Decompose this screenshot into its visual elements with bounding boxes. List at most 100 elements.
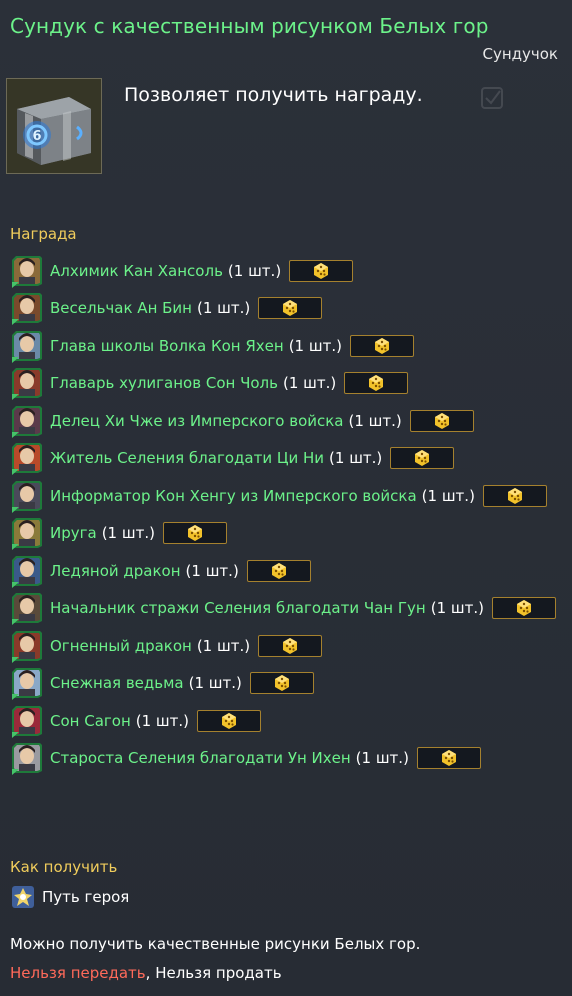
character-portrait-icon: [10, 554, 44, 588]
character-portrait-icon: [10, 479, 44, 513]
dice-icon: [314, 262, 329, 279]
character-portrait-icon: [10, 366, 44, 401]
reward-quantity: (1 шт.): [101, 524, 155, 543]
reward-quantity: (1 шт.): [282, 374, 337, 393]
reward-quantity: (1 шт.): [135, 711, 190, 730]
item-tooltip: Сундук с качественным рисунком Белых гор…: [0, 0, 572, 996]
reward-row[interactable]: Ледяной дракон (1 шт.): [10, 552, 570, 590]
random-reward-button[interactable]: [246, 559, 311, 582]
reward-name[interactable]: Алхимик Кан Хансоль: [50, 262, 223, 280]
reward-row[interactable]: Делец Хи Чже из Имперского войска (1 шт.): [10, 402, 570, 440]
hero-path-icon: [12, 886, 34, 908]
reward-quantity: (1 шт.): [329, 449, 383, 468]
character-portrait-icon: [10, 329, 44, 363]
item-title: Сундук с качественным рисунком Белых гор: [10, 14, 489, 38]
random-reward-button[interactable]: [249, 672, 314, 695]
dice-icon: [271, 562, 286, 579]
reward-quantity: (1 шт.): [288, 336, 342, 355]
reward-name[interactable]: Делец Хи Чже из Имперского войска: [50, 412, 344, 430]
reward-row[interactable]: Снежная ведьма (1 шт.): [10, 665, 570, 703]
reward-name[interactable]: Староста Селения благодати Ун Ихен: [50, 749, 351, 767]
random-reward-button[interactable]: [416, 747, 481, 770]
random-reward-button[interactable]: [258, 634, 323, 657]
character-portrait-icon: [10, 629, 44, 663]
no-transfer-label: Нельзя передать: [10, 964, 146, 982]
character-portrait-icon: [10, 516, 44, 551]
random-reward-button[interactable]: [349, 334, 414, 357]
character-portrait-icon: [10, 404, 44, 438]
reward-quantity: (1 шт.): [227, 261, 282, 280]
reward-row[interactable]: Главарь хулиганов Сон Чоль (1 шт.): [10, 365, 570, 403]
dice-icon: [283, 637, 298, 654]
reward-quantity: (1 шт.): [188, 674, 242, 693]
reward-list: Алхимик Кан Хансоль (1 шт.) Весельчак Ан Б…: [10, 252, 570, 777]
reward-quantity: (1 шт.): [348, 411, 402, 430]
reward-name[interactable]: Снежная ведьма: [50, 674, 184, 692]
dice-icon: [516, 600, 531, 617]
chest-icon: 6: [6, 78, 102, 174]
reward-section-title: Награда: [10, 225, 77, 243]
reward-name[interactable]: Огненный дракон: [50, 637, 192, 655]
dice-icon: [369, 375, 384, 392]
dice-icon: [374, 337, 389, 354]
dice-icon: [283, 300, 298, 317]
dice-icon: [507, 487, 522, 504]
reward-row[interactable]: Огненный дракон (1 шт.): [10, 627, 570, 665]
reward-quantity: (1 шт.): [421, 486, 475, 505]
reward-row[interactable]: Староста Селения благодати Ун Ихен (1 шт.…: [10, 740, 570, 778]
restriction-separator: ,: [145, 964, 156, 982]
dice-icon: [274, 675, 289, 692]
random-reward-button[interactable]: [390, 447, 455, 470]
item-type: Сундучок: [482, 45, 558, 63]
dice-icon: [415, 450, 430, 467]
reward-row[interactable]: Алхимик Кан Хансоль (1 шт.): [10, 252, 570, 290]
random-reward-button[interactable]: [162, 522, 227, 545]
item-note: Можно получить качественные рисунки Белы…: [10, 935, 421, 953]
reward-row[interactable]: Начальник стражи Селения благодати Чан Г…: [10, 590, 570, 628]
reward-quantity: (1 шт.): [185, 561, 239, 580]
character-portrait-icon: [10, 254, 44, 288]
reward-name[interactable]: Сон Сагон: [50, 712, 131, 730]
dice-icon: [222, 712, 237, 729]
dice-icon: [187, 525, 202, 542]
how-to-get-source-label: Путь героя: [42, 888, 130, 906]
random-reward-button[interactable]: [482, 484, 547, 507]
reward-name[interactable]: Информатор Кон Хенгу из Имперского войск…: [50, 487, 417, 505]
reward-row[interactable]: Информатор Кон Хенгу из Имперского войск…: [10, 477, 570, 515]
reward-quantity: (1 шт.): [355, 749, 409, 768]
character-portrait-icon: [10, 666, 44, 701]
reward-name[interactable]: Ируга: [50, 524, 97, 542]
dice-icon: [434, 412, 449, 429]
random-reward-button[interactable]: [344, 372, 409, 395]
character-portrait-icon: [10, 291, 44, 326]
character-portrait-icon: [10, 591, 44, 626]
random-reward-button[interactable]: [289, 259, 354, 282]
no-sell-label: Нельзя продать: [155, 964, 282, 982]
reward-row[interactable]: Глава школы Волка Кон Яхен (1 шт.): [10, 327, 570, 365]
svg-text:6: 6: [32, 129, 41, 144]
reward-quantity: (1 шт.): [197, 299, 251, 318]
character-portrait-icon: [10, 704, 44, 738]
reward-name[interactable]: Начальник стражи Селения благодати Чан Г…: [50, 599, 426, 617]
random-reward-button[interactable]: [491, 597, 556, 620]
dice-icon: [441, 750, 456, 767]
random-reward-button[interactable]: [258, 297, 323, 320]
reward-name[interactable]: Весельчак Ан Бин: [50, 299, 192, 317]
random-reward-button[interactable]: [409, 409, 474, 432]
reward-name[interactable]: Глава школы Волка Кон Яхен: [50, 337, 284, 355]
character-portrait-icon: [10, 741, 44, 776]
reward-name[interactable]: Ледяной дракон: [50, 562, 181, 580]
random-reward-button[interactable]: [197, 709, 262, 732]
reward-row[interactable]: Житель Селения благодати Ци Ни (1 шт.): [10, 440, 570, 478]
reward-row[interactable]: Весельчак Ан Бин (1 шт.): [10, 290, 570, 328]
reward-quantity: (1 шт.): [196, 636, 251, 655]
reward-name[interactable]: Житель Селения благодати Ци Ни: [50, 449, 324, 467]
character-portrait-icon: [10, 441, 44, 476]
reward-row[interactable]: Сон Сагон (1 шт.): [10, 702, 570, 740]
item-description: Позволяет получить награду.: [124, 84, 423, 106]
reward-quantity: (1 шт.): [430, 599, 484, 618]
how-to-get-source: Путь героя: [10, 884, 129, 910]
reward-name[interactable]: Главарь хулиганов Сон Чоль: [50, 374, 278, 392]
reward-row[interactable]: Ируга (1 шт.): [10, 515, 570, 553]
how-to-get-title: Как получить: [10, 858, 118, 876]
